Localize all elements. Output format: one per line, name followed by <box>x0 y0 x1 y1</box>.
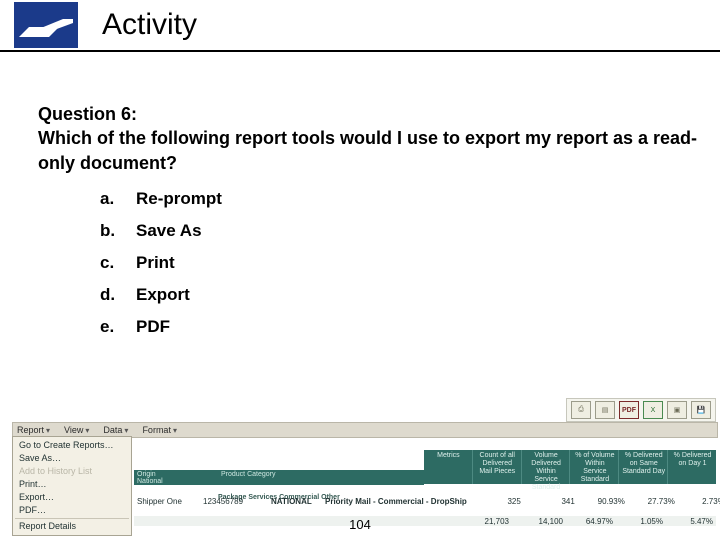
icon-toolbar: ⎙ ▤ PDF X ▣ 💾 <box>566 398 716 422</box>
chevron-down-icon: ▾ <box>85 426 89 435</box>
embedded-screenshot: ⎙ ▤ PDF X ▣ 💾 Report▾ View▾ Data▾ Format… <box>12 398 718 516</box>
option-a: a. Re-prompt <box>100 189 702 209</box>
prodcat-header: Product Category <box>218 470 424 485</box>
menu-format[interactable]: Format▾ <box>142 425 177 435</box>
metrics-col: Metrics <box>424 450 472 484</box>
question-text: Which of the following report tools woul… <box>38 128 697 172</box>
table-metrics-header: Metrics Count of all Delivered Mail Piec… <box>424 450 716 484</box>
slide-header: Activity <box>0 0 720 52</box>
metrics-col: Volume Delivered Within Service Standard <box>521 450 570 484</box>
metrics-col: Count of all Delivered Mail Pieces <box>472 450 521 484</box>
option-text: Save As <box>136 221 202 241</box>
option-letter: d. <box>100 285 136 305</box>
chevron-down-icon: ▾ <box>46 426 50 435</box>
option-d: d. Export <box>100 285 702 305</box>
save-icon[interactable]: 💾 <box>691 401 711 419</box>
option-b: b. Save As <box>100 221 702 241</box>
print-icon[interactable]: ⎙ <box>571 401 591 419</box>
option-letter: c. <box>100 253 136 273</box>
menu-report[interactable]: Report▾ <box>17 425 50 435</box>
pdf-icon[interactable]: PDF <box>619 401 639 419</box>
dd-export[interactable]: Export… <box>13 491 131 504</box>
pagesetup-icon[interactable]: ▤ <box>595 401 615 419</box>
origin-header: Origin National <box>134 470 220 485</box>
dd-add-history: Add to History List <box>13 465 131 478</box>
excel-icon[interactable]: X <box>643 401 663 419</box>
option-text: Re-prompt <box>136 189 222 209</box>
usps-logo <box>14 2 78 48</box>
logo-underline <box>14 44 76 48</box>
option-c: c. Print <box>100 253 702 273</box>
menu-view[interactable]: View▾ <box>64 425 89 435</box>
option-e: e. PDF <box>100 317 702 337</box>
option-letter: a. <box>100 189 136 209</box>
option-letter: b. <box>100 221 136 241</box>
menu-data[interactable]: Data▾ <box>103 425 128 435</box>
page-number: 104 <box>0 517 720 532</box>
option-text: PDF <box>136 317 170 337</box>
dd-print[interactable]: Print… <box>13 478 131 491</box>
question-label: Question 6: <box>38 104 137 124</box>
chevron-down-icon: ▾ <box>173 426 177 435</box>
options-list: a. Re-prompt b. Save As c. Print d. Expo… <box>100 189 702 337</box>
page-title: Activity <box>102 8 197 42</box>
dd-create-reports[interactable]: Go to Create Reports… <box>13 439 131 452</box>
report-table: Metrics Count of all Delivered Mail Piec… <box>134 436 716 516</box>
question-block: Question 6: Which of the following repor… <box>38 102 702 175</box>
metrics-col: % of Volume Within Service Standard <box>569 450 618 484</box>
fullscreen-icon[interactable]: ▣ <box>667 401 687 419</box>
option-text: Export <box>136 285 190 305</box>
metrics-col: % Delivered on Day 1 <box>667 450 716 484</box>
metrics-col: % Delivered on Same Standard Day <box>618 450 667 484</box>
dd-save-as[interactable]: Save As… <box>13 452 131 465</box>
dd-pdf[interactable]: PDF… <box>13 504 131 517</box>
chevron-down-icon: ▾ <box>124 426 128 435</box>
option-letter: e. <box>100 317 136 337</box>
option-text: Print <box>136 253 175 273</box>
table-row: Shipper One 123456789 NATIONAL Priority … <box>134 496 716 506</box>
